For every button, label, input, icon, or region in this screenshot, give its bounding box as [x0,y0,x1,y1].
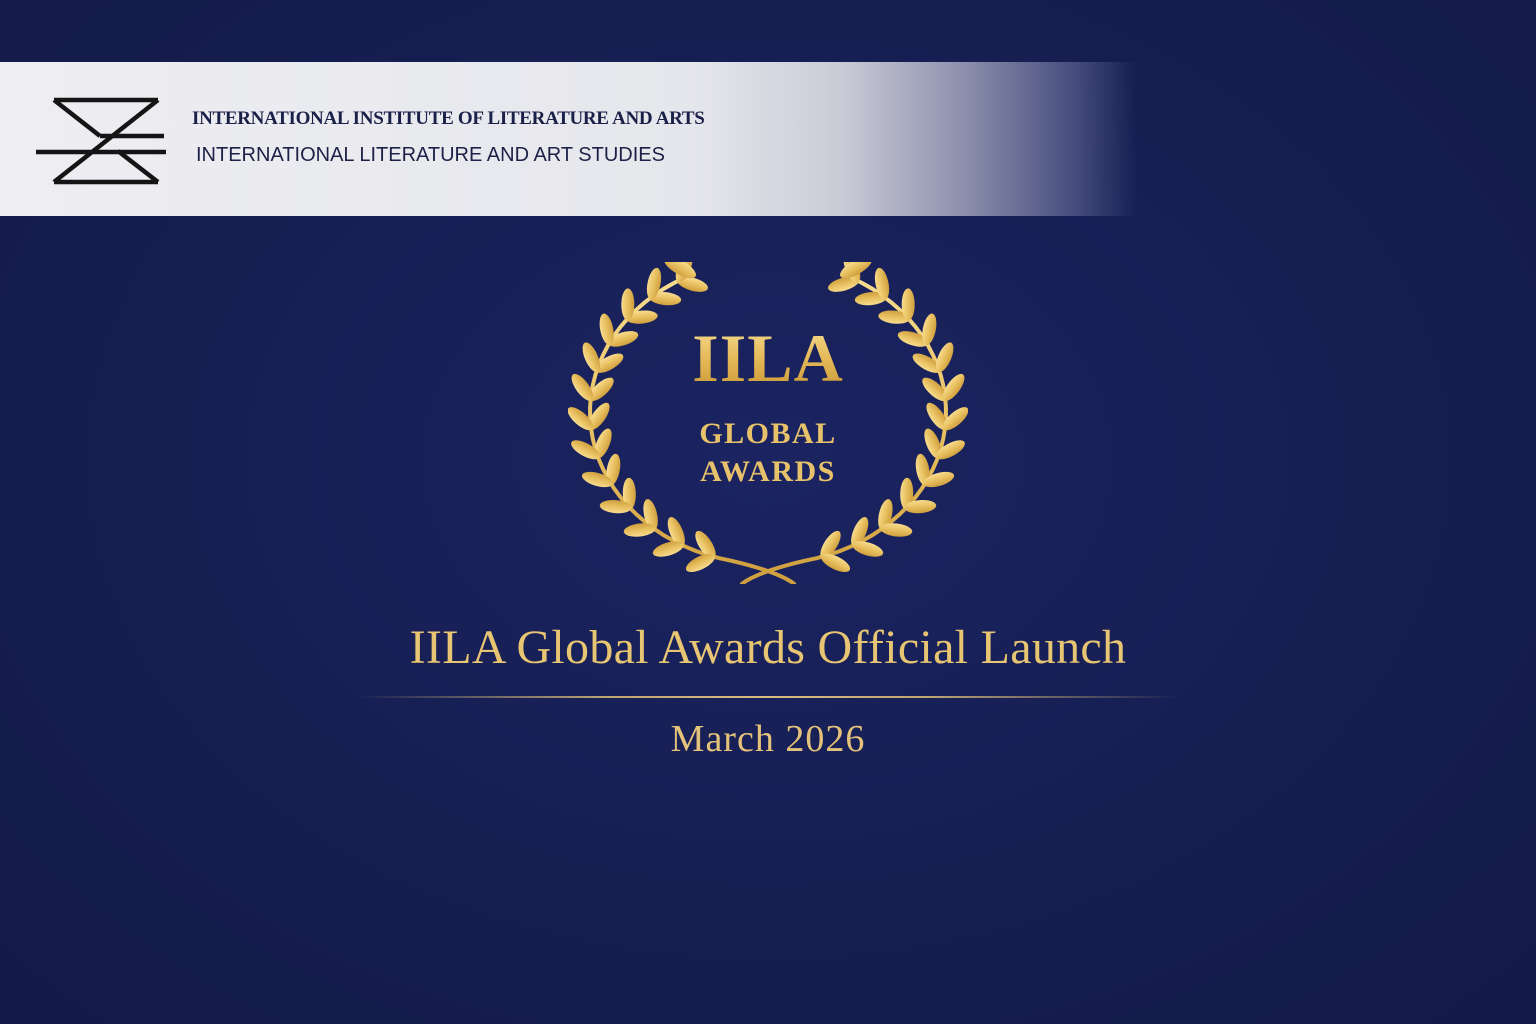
gold-divider [356,696,1180,698]
header-band: INTERNATIONAL INSTITUTE OF LITERATURE AN… [0,62,1536,216]
institute-name: INTERNATIONAL INSTITUTE OF LITERATURE AN… [192,108,705,129]
announcement-date: March 2026 [670,718,866,760]
institute-subtitle: INTERNATIONAL LITERATURE AND ART STUDIES [196,144,665,166]
emblem-line-global: GLOBAL [699,417,837,450]
emblem-line-awards: AWARDS [700,455,836,488]
hourglass-monogram-icon [36,97,166,185]
announcement-title: IILA Global Awards Official Launch [409,621,1127,674]
awards-emblem: IILA GLOBAL AWARDS [568,262,968,584]
emblem-title: IILA [568,324,968,392]
